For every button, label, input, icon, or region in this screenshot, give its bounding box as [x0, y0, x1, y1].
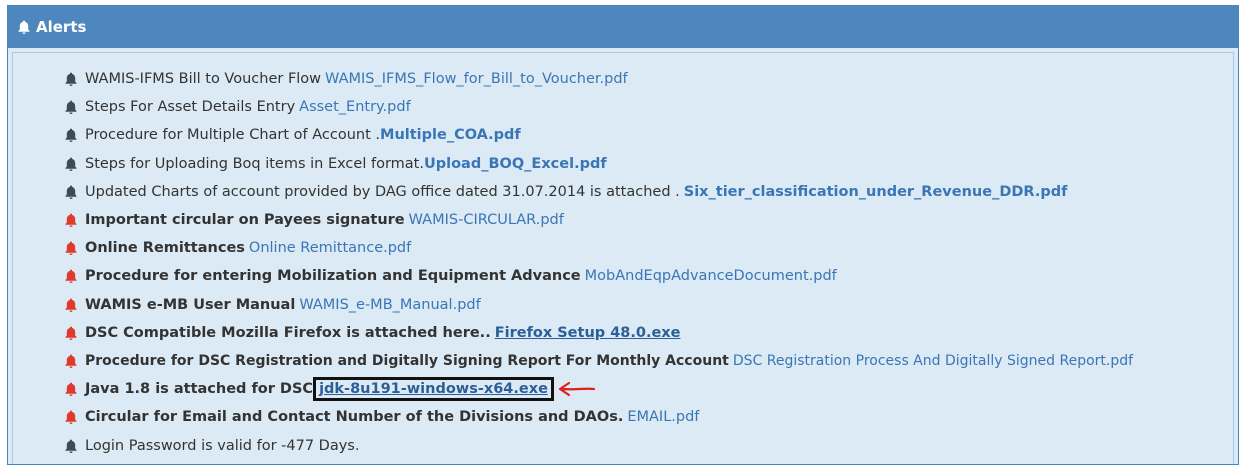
alert-file-link[interactable]: Online Remittance.pdf	[249, 240, 411, 256]
list-item: Procedure for Multiple Chart of Account …	[63, 121, 1233, 149]
alert-file-link[interactable]: Six_tier_classification_under_Revenue_DD…	[684, 184, 1068, 200]
list-item: WAMIS e-MB User Manual WAMIS_e-MB_Manual…	[63, 291, 1233, 319]
alerts-panel-body: WAMIS-IFMS Bill to Voucher Flow WAMIS_IF…	[12, 52, 1234, 464]
alert-text: Procedure for entering Mobilization and …	[85, 268, 581, 285]
bell-icon	[65, 298, 77, 312]
bell-icon	[65, 410, 77, 425]
alert-text: Steps For Asset Details Entry	[85, 99, 296, 116]
list-item: Steps For Asset Details Entry Asset_Entr…	[63, 93, 1233, 121]
bell-icon	[65, 269, 77, 284]
alert-text: Updated Charts of account provided by DA…	[85, 183, 680, 200]
bell-icon	[65, 128, 77, 143]
red-arrow-annotation-icon	[558, 382, 596, 397]
alert-file-link[interactable]: Firefox Setup 48.0.exe	[495, 325, 681, 341]
alert-file-link-highlighted[interactable]: jdk-8u191-windows-x64.exe	[313, 377, 554, 402]
list-item: Procedure for entering Mobilization and …	[63, 262, 1233, 290]
bell-icon	[65, 100, 77, 115]
panel-title: Alerts	[36, 18, 87, 36]
alert-file-link[interactable]: MobAndEqpAdvanceDocument.pdf	[585, 268, 837, 284]
list-item: Online Remittances Online Remittance.pdf	[63, 234, 1233, 262]
bell-icon	[65, 241, 77, 256]
alert-text: Procedure for Multiple Chart of Account …	[85, 127, 381, 144]
list-item: Steps for Uploading Boq items in Excel f…	[63, 150, 1233, 178]
alert-text: DSC Compatible Mozilla Firefox is attach…	[85, 324, 491, 341]
bell-icon	[65, 354, 77, 368]
alert-text: Java 1.8 is attached for DSC	[85, 381, 314, 398]
bell-icon	[18, 20, 30, 34]
alert-text: WAMIS e-MB User Manual	[85, 296, 296, 313]
alert-text: Important circular on Payees signature	[85, 212, 405, 229]
list-item: Login Password is valid for -477 Days.	[63, 431, 1233, 459]
alert-file-link[interactable]: DSC Registration Process And Digitally S…	[733, 353, 1133, 369]
list-item: DSC Compatible Mozilla Firefox is attach…	[63, 319, 1233, 347]
alerts-panel: Alerts WAMIS-IFMS Bill to Voucher Flow W…	[7, 5, 1239, 465]
list-item: Important circular on Payees signature W…	[63, 206, 1233, 234]
alert-text: Online Remittances	[85, 240, 245, 257]
alert-file-link[interactable]: WAMIS_IFMS_Flow_for_Bill_to_Voucher.pdf	[325, 71, 628, 87]
bell-icon	[65, 326, 77, 340]
alert-file-link[interactable]: WAMIS-CIRCULAR.pdf	[409, 212, 564, 228]
alert-file-link[interactable]: Asset_Entry.pdf	[299, 99, 411, 115]
bell-icon	[65, 382, 77, 397]
list-item: Java 1.8 is attached for DSC jdk-8u191-w…	[63, 375, 1233, 403]
alert-file-link[interactable]: EMAIL.pdf	[627, 409, 699, 425]
list-item: Procedure for DSC Registration and Digit…	[63, 347, 1233, 375]
list-item: WAMIS-IFMS Bill to Voucher Flow WAMIS_IF…	[63, 65, 1233, 93]
alert-text: Procedure for DSC Registration and Digit…	[85, 352, 729, 369]
alerts-panel-header: Alerts	[8, 6, 1238, 48]
bell-icon	[65, 439, 77, 453]
list-item: Updated Charts of account provided by DA…	[63, 178, 1233, 206]
bell-icon	[65, 185, 77, 199]
alert-text: Steps for Uploading Boq items in Excel f…	[85, 155, 424, 172]
password-validity-text: Login Password is valid for -477 Days.	[85, 437, 360, 454]
list-item: Circular for Email and Contact Number of…	[63, 403, 1233, 431]
bell-icon	[65, 213, 77, 228]
bell-icon	[65, 157, 77, 171]
alert-file-link[interactable]: WAMIS_e-MB_Manual.pdf	[299, 297, 480, 313]
bell-icon	[65, 72, 77, 87]
alert-text: Circular for Email and Contact Number of…	[85, 409, 624, 426]
alert-file-link[interactable]: Multiple_COA.pdf	[380, 127, 521, 143]
alert-file-link[interactable]: Upload_BOQ_Excel.pdf	[424, 156, 607, 172]
alert-text: WAMIS-IFMS Bill to Voucher Flow	[85, 71, 322, 88]
alerts-list: WAMIS-IFMS Bill to Voucher Flow WAMIS_IF…	[13, 53, 1233, 460]
